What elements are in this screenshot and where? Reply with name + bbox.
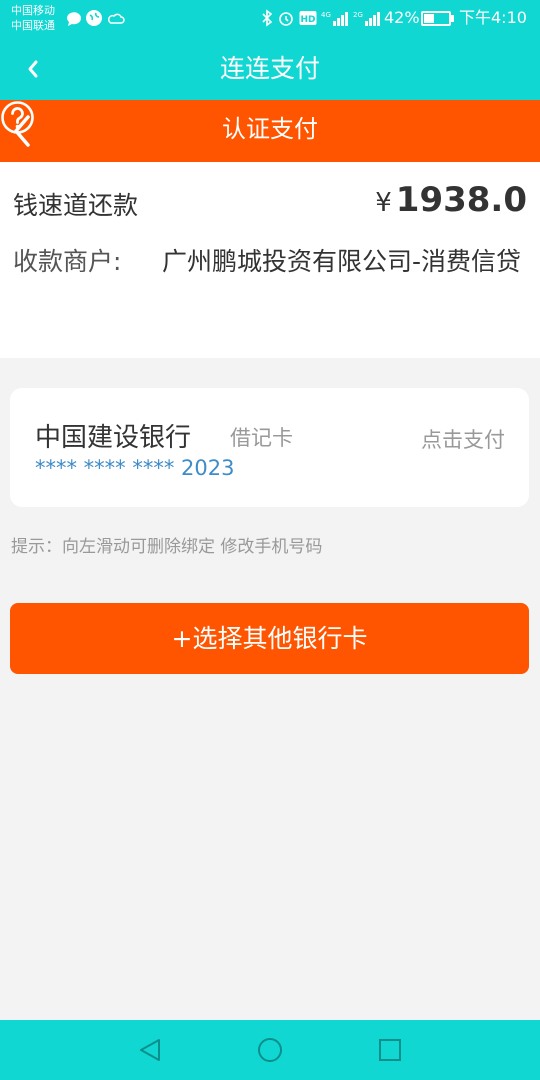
order-info: 钱速道还款 ¥1938.0 收款商户: 广州鹏城投资有限公司-消费信贷 (0, 162, 540, 358)
battery-level (424, 14, 435, 23)
signal-2-icon: 2G (353, 9, 383, 27)
tip-text: 提示：向左滑动可删除绑定 修改手机号码 (11, 537, 323, 557)
status-bar: 中国移动 中国联通 HD 4G 2G 42% 下午4:10 (0, 0, 540, 37)
carrier-2: 中国联通 (11, 19, 55, 32)
weather-icon (107, 9, 125, 27)
nav-back-button[interactable] (136, 1036, 164, 1064)
repay-label: 钱速道还款 (13, 191, 139, 220)
alarm-icon (277, 9, 295, 27)
hd-icon: HD (299, 9, 317, 27)
app-header: 连连支付 (0, 37, 540, 100)
clock: 下午4:10 (459, 8, 527, 27)
bluetooth-icon (258, 9, 276, 27)
card-number: **** **** **** 2023 (35, 456, 235, 480)
help-button[interactable] (0, 100, 540, 135)
battery-tip (451, 15, 454, 22)
signal-1-icon: 4G (321, 9, 351, 27)
nav-home-icon (258, 1038, 282, 1062)
battery-icon (421, 11, 451, 26)
bank-card[interactable]: 中国建设银行 借记卡 **** **** **** 2023 点击支付 (10, 388, 529, 507)
globe-icon (85, 9, 103, 27)
net-type-2: 2G (353, 11, 363, 19)
amount-value: 1938.0 (395, 180, 527, 220)
help-icon (1, 101, 34, 134)
net-type-1: 4G (321, 11, 331, 19)
payment-amount: ¥1938.0 (375, 180, 527, 220)
carrier-names: 中国移动 中国联通 (11, 3, 71, 33)
nav-back-icon (140, 1039, 160, 1061)
battery-percent: 42% (384, 8, 420, 27)
currency-symbol: ¥ (375, 188, 392, 218)
payee-label: 收款商户: (13, 247, 122, 276)
message-icon (65, 9, 83, 27)
nav-home-button[interactable] (256, 1036, 284, 1064)
nav-recents-button[interactable] (376, 1036, 404, 1064)
choose-other-card-button[interactable]: +选择其他银行卡 (10, 603, 529, 674)
svg-text:HD: HD (300, 15, 315, 25)
app-title: 连连支付 (219, 54, 320, 83)
bank-name: 中国建设银行 (35, 423, 192, 453)
navigation-bar (0, 1020, 540, 1080)
nav-recents-icon (379, 1039, 401, 1061)
carrier-1: 中国移动 (11, 4, 55, 17)
card-type: 借记卡 (230, 426, 293, 450)
payee-name: 广州鹏城投资有限公司-消费信贷 (162, 247, 522, 276)
pay-button[interactable]: 点击支付 (421, 424, 505, 454)
